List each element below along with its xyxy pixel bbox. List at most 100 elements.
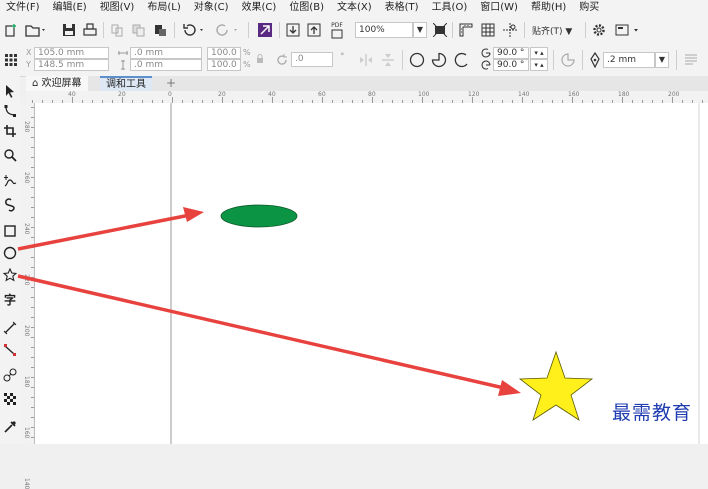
v-ruler-tick [31,377,34,378]
pie-mode-icon[interactable] [430,51,448,69]
menu-item-5[interactable]: 效果(C) [236,0,284,16]
scale-y-percent: % [243,60,251,69]
full-screen-icon[interactable] [432,22,448,38]
blend-tool-icon[interactable] [3,368,19,384]
paste-icon[interactable] [152,22,168,38]
v-ruler-label: 240 [23,223,30,235]
start-angle-spinner[interactable]: ▾ ▴ [530,47,548,59]
v-ruler-tick [31,207,34,208]
v-ruler-tick [31,347,34,348]
show-rulers-icon[interactable] [458,22,474,38]
v-ruler-tick [31,397,34,398]
redo-icon[interactable] [214,22,242,38]
zoom-dropdown-icon[interactable]: ▼ [413,22,427,38]
search-content-icon[interactable] [257,22,273,38]
vertical-ruler[interactable]: 280 260 240 220 200 180 160 140 [20,103,35,489]
crop-tool-icon[interactable] [3,124,19,140]
show-guidelines-icon[interactable] [502,22,518,38]
menu-item-12[interactable]: 购买 [573,0,606,16]
menu-item-0[interactable]: 文件(F) [0,0,47,16]
show-grid-icon[interactable] [480,22,496,38]
menu-item-3[interactable]: 布局(L) [141,0,187,16]
zoom-tool-icon[interactable] [3,148,19,164]
scale-x-percent: % [243,48,251,57]
menu-item-11[interactable]: 帮助(H) [525,0,573,16]
end-angle-field[interactable]: 90.0 ° [493,59,529,71]
outline-width-dropdown-icon[interactable]: ▼ [655,52,669,68]
rotation-field[interactable]: .0 [291,52,333,67]
artistic-media-tool-icon[interactable] [3,198,19,214]
polygon-tool-icon[interactable] [2,267,19,284]
scale-y-field[interactable]: 100.0 [207,59,241,71]
menu-item-1[interactable]: 编辑(E) [47,0,94,16]
import-icon[interactable] [285,22,301,38]
save-icon[interactable] [61,22,77,38]
application-launcher-icon[interactable] [614,22,644,38]
options-gear-icon[interactable] [591,22,607,38]
print-icon[interactable] [82,22,98,38]
v-ruler-tick [31,217,34,218]
publish-pdf-icon[interactable]: PDF [328,20,346,40]
v-ruler-label: 200 [23,325,30,337]
property-bar: X 105.0 mm Y 148.5 mm .0 mm .0 mm 100.0 … [0,44,708,77]
arc-mode-icon[interactable] [452,51,470,69]
menu-item-8[interactable]: 表格(T) [379,0,426,16]
change-direction-icon[interactable] [559,51,577,69]
menu-item-6[interactable]: 位图(B) [283,0,331,16]
tab-blend-tool[interactable]: 调和工具 [100,76,152,91]
lock-ratio-icon[interactable] [254,53,266,65]
open-folder-icon[interactable] [24,22,48,38]
text-tool-icon[interactable]: 字 [3,292,19,308]
v-ruler-tick [31,437,34,438]
eyedropper-tool-icon[interactable] [3,420,19,436]
document-tabs: ⌂ 欢迎屏幕 调和工具 + [26,76,708,91]
text-wrap-icon[interactable] [682,51,700,69]
rectangle-tool-icon[interactable] [3,224,19,240]
menu-item-10[interactable]: 窗口(W) [474,0,525,16]
shape-tool-icon[interactable] [3,104,19,120]
v-ruler-tick [31,177,34,178]
pick-tool-icon[interactable] [3,84,19,100]
drawing-canvas[interactable] [35,103,708,444]
x-position-field[interactable]: 105.0 mm [34,47,109,59]
add-tab-button[interactable]: + [160,76,182,91]
v-ruler-tick [31,107,34,108]
v-ruler-tick [31,197,34,198]
scale-x-field[interactable]: 100.0 [207,47,241,59]
v-ruler-tick [31,277,34,278]
mirror-vertical-icon[interactable] [380,52,396,68]
menu-item-4[interactable]: 对象(C) [188,0,236,16]
mirror-horizontal-icon[interactable] [358,52,374,68]
transparency-tool-icon[interactable] [3,392,19,408]
copy-icon[interactable] [130,22,146,38]
tab-welcome-screen[interactable]: ⌂ 欢迎屏幕 [26,76,88,91]
start-angle-field[interactable]: 90.0 ° [493,47,529,59]
snap-to-dropdown[interactable]: 贴齐(T) ▼ [532,24,572,37]
connector-tool-icon[interactable] [3,343,19,359]
menu-item-7[interactable]: 文本(X) [331,0,379,16]
object-origin-icon[interactable] [3,52,19,68]
cut-icon[interactable] [109,22,125,38]
width-icon [117,47,129,59]
freehand-tool-icon[interactable] [3,174,19,190]
parallel-dimension-tool-icon[interactable] [3,321,19,337]
menu-item-9[interactable]: 工具(O) [426,0,475,16]
h-ruler-label: 100 [418,91,430,98]
width-field[interactable]: .0 mm [130,47,202,59]
ellipse-tool-icon[interactable] [3,246,19,262]
end-angle-spinner[interactable]: ▾ ▴ [530,59,548,71]
new-document-icon[interactable] [3,22,19,38]
ellipse-mode-icon[interactable] [408,51,426,69]
zoom-level-field[interactable]: 100% [355,22,413,38]
v-ruler-tick [31,127,34,128]
h-ruler-label: 160 [568,91,580,98]
undo-icon[interactable] [180,22,208,38]
menu-item-2[interactable]: 视图(V) [94,0,142,16]
height-field[interactable]: .0 mm [130,59,202,71]
v-ruler-tick [31,427,34,428]
y-position-field[interactable]: 148.5 mm [34,59,109,71]
v-ruler-label: 140 [23,478,30,489]
outline-width-field[interactable]: .2 mm [603,52,655,68]
home-icon: ⌂ [32,78,39,89]
export-icon[interactable] [306,22,322,38]
